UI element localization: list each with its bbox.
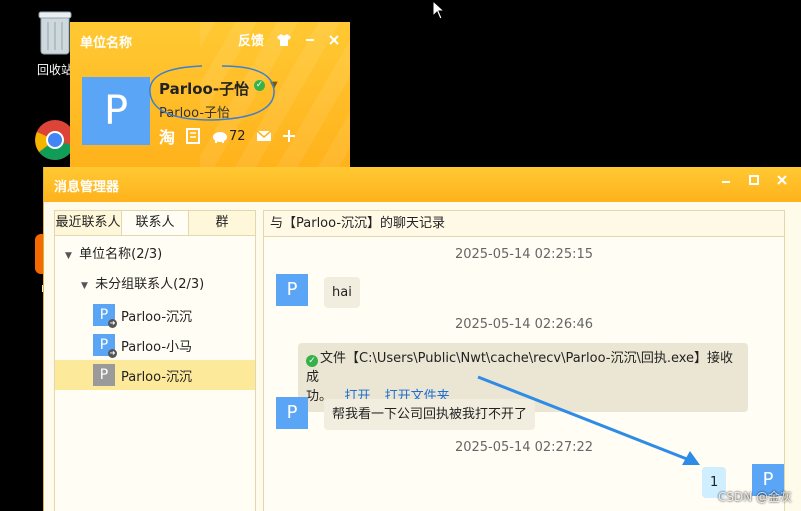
profile-window: 单位名称 反馈 P Parloo-子怡 ✓ ▼ Parloo-子怡 淘 72 bbox=[70, 22, 350, 167]
mobile-status-icon: ➜ bbox=[108, 319, 117, 328]
mail-icon[interactable] bbox=[256, 130, 272, 142]
message-manager-titlebar: 消息管理器 bbox=[44, 167, 801, 202]
message-timestamp: 2025-05-14 02:26:46 bbox=[454, 317, 594, 332]
annotation-circle bbox=[149, 65, 275, 121]
tab-groups[interactable]: 群 bbox=[189, 211, 255, 235]
expand-arrow-icon[interactable]: ▼ bbox=[81, 271, 91, 301]
chat-history-panel: 与【Parloo-沉沉】的聊天记录 2025-05-14 02:25:15 P … bbox=[263, 210, 785, 511]
contact-tree: ▼ 单位名称(2/3) ▼ 未分组联系人(2/3) P ➜ Parloo-沉沉 P… bbox=[55, 236, 255, 390]
feedback-button[interactable]: 反馈 bbox=[238, 30, 264, 49]
expand-arrow-icon[interactable]: ▼ bbox=[65, 241, 75, 271]
message-bubble: hai bbox=[324, 277, 360, 308]
group-label: 单位名称(2/3) bbox=[79, 247, 163, 262]
tree-subgroup-ungrouped[interactable]: ▼ 未分组联系人(2/3) bbox=[55, 270, 255, 300]
contact-item-selected[interactable]: P Parloo-沉沉 bbox=[55, 360, 255, 390]
tab-contacts[interactable]: 联系人 bbox=[122, 211, 189, 235]
profile-window-controls: 反馈 bbox=[238, 30, 340, 49]
file-message-text: 文件【C:\Users\Public\Nwt\cache\recv\Parloo… bbox=[306, 351, 734, 385]
piggy-bank-icon bbox=[213, 132, 228, 143]
message-bubble: 帮我看一下公司回执被我打不开了 bbox=[324, 399, 536, 430]
contact-item[interactable]: P ➜ Parloo-沉沉 bbox=[55, 300, 255, 330]
contact-tabs: 最近联系人 联系人 群 bbox=[55, 211, 255, 236]
skin-shirt-icon[interactable] bbox=[276, 33, 292, 47]
close-icon[interactable] bbox=[776, 174, 788, 186]
window-controls bbox=[720, 174, 788, 186]
window-title: 消息管理器 bbox=[54, 180, 120, 195]
csdn-watermark: CSDN @金灰 bbox=[717, 490, 792, 504]
profile-toolbar: 淘 72 bbox=[159, 124, 296, 148]
taobao-icon[interactable]: 淘 bbox=[159, 124, 175, 148]
message-timestamp: 2025-05-14 02:25:15 bbox=[454, 247, 594, 262]
sender-avatar[interactable]: P bbox=[276, 397, 308, 429]
add-icon[interactable] bbox=[282, 129, 296, 143]
subgroup-label: 未分组联系人(2/3) bbox=[95, 277, 205, 292]
tab-recent-contacts[interactable]: 最近联系人 bbox=[55, 211, 122, 235]
message-timestamp: 2025-05-14 02:27:22 bbox=[454, 440, 594, 455]
contact-name: Parloo-沉沉 bbox=[121, 369, 193, 385]
contact-item[interactable]: P ➜ Parloo-小马 bbox=[55, 330, 255, 360]
points-count: 72 bbox=[229, 128, 246, 144]
tree-group-unit[interactable]: ▼ 单位名称(2/3) bbox=[55, 240, 255, 270]
success-check-icon: ✓ bbox=[306, 355, 318, 367]
trash-icon bbox=[38, 11, 72, 55]
maximize-icon[interactable] bbox=[748, 174, 760, 186]
chat-history-header: 与【Parloo-沉沉】的聊天记录 bbox=[264, 211, 784, 237]
contact-avatar: P bbox=[93, 364, 115, 386]
contact-name: Parloo-沉沉 bbox=[121, 309, 193, 325]
profile-window-title: 单位名称 bbox=[80, 36, 133, 51]
profile-avatar[interactable]: P bbox=[82, 77, 150, 145]
minimize-icon[interactable] bbox=[720, 174, 732, 186]
contact-name: Parloo-小马 bbox=[121, 339, 193, 355]
mobile-status-icon: ➜ bbox=[108, 349, 117, 358]
mouse-cursor-icon bbox=[432, 0, 446, 20]
notes-icon[interactable] bbox=[185, 128, 201, 144]
points-wrapper[interactable]: 72 bbox=[211, 129, 246, 144]
sender-avatar[interactable]: P bbox=[276, 274, 308, 306]
contact-panel: 最近联系人 联系人 群 ▼ 单位名称(2/3) ▼ 未分组联系人(2/3) P ➜… bbox=[54, 210, 256, 511]
contact-avatar: P ➜ bbox=[93, 304, 117, 328]
message-manager-window: 消息管理器 最近联系人 联系人 群 ▼ 单位名称(2/3) ▼ 未分组联系人(2… bbox=[43, 167, 801, 511]
contact-avatar: P ➜ bbox=[93, 334, 117, 358]
close-icon[interactable] bbox=[328, 34, 340, 46]
minimize-icon[interactable] bbox=[304, 34, 316, 46]
